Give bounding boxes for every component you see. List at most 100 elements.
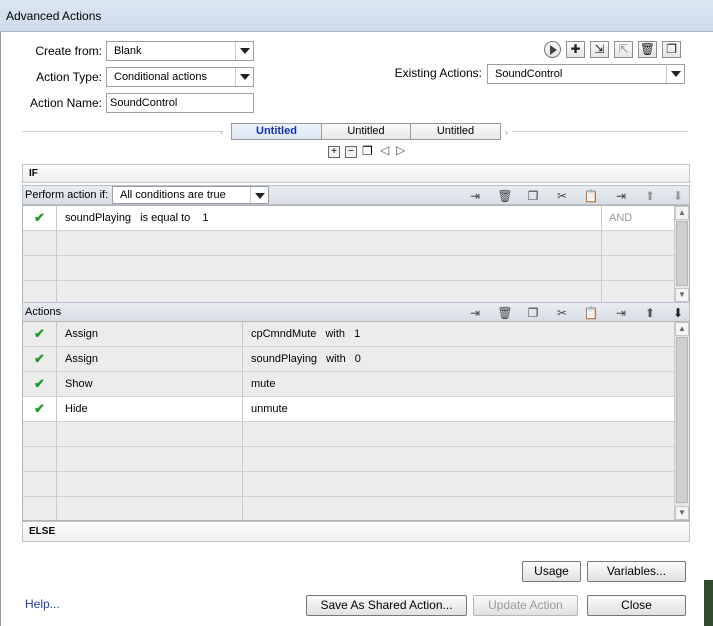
existing-actions-select[interactable]: SoundControl [487,64,685,84]
insert-below-action-icon[interactable]: ⇥ [613,305,629,321]
action-check-cell [23,447,57,472]
conditions-scrollbar[interactable]: ▲ ▼ [674,206,689,302]
delete-icon: 🗑 [639,42,656,56]
insert-action-icon[interactable]: ⇥ [467,305,483,321]
title-bar: Advanced Actions [0,0,713,32]
condition-logic[interactable]: AND [602,206,674,231]
action-check-cell [23,497,57,520]
scroll-thumb[interactable] [676,221,688,286]
checkmark-icon[interactable]: ✔ [23,206,57,231]
action-type-label: Action Type: [36,70,102,84]
tab-decision-3[interactable]: Untitled [410,123,501,140]
save-shared-action-button[interactable]: Save As Shared Action... [306,595,467,616]
play-icon [550,45,557,55]
delete-action-icon[interactable]: 🗑 [497,305,513,321]
export-icon: ⇱ [618,42,629,56]
action-row[interactable]: ✔ Show mute [23,372,674,397]
add-decision-icon[interactable]: + [328,146,340,158]
tab-decision-2[interactable]: Untitled [321,123,411,140]
help-link[interactable]: Help... [25,597,60,611]
delete-action-button[interactable]: 🗑 [638,41,657,58]
action-row[interactable] [23,422,674,447]
update-action-button[interactable]: Update Action [473,595,578,616]
tabs-scroll-right-icon[interactable]: › [505,127,508,137]
move-left-icon[interactable]: ◁ [380,143,389,157]
scroll-up-icon[interactable]: ▲ [675,206,689,220]
cut-action-icon[interactable]: ✂ [554,305,570,321]
scroll-down-icon[interactable]: ▼ [675,506,689,520]
variables-button[interactable]: Variables... [587,561,686,582]
paste-condition-icon[interactable]: 📋 [583,188,599,204]
duplicate-icon: ❐ [666,42,677,56]
checkmark-icon[interactable]: ✔ [23,322,57,347]
condition-variable: soundPlaying [65,212,132,224]
copy-condition-icon[interactable]: ❐ [525,188,541,204]
checkmark-icon[interactable]: ✔ [23,347,57,372]
action-target[interactable]: mute [243,372,674,397]
action-type[interactable]: Hide [57,397,243,422]
usage-button[interactable]: Usage [522,561,581,582]
actions-label: Actions [25,306,62,318]
close-button[interactable]: Close [587,595,686,616]
scroll-down-icon[interactable]: ▼ [675,288,689,302]
condition-expression-cell [57,256,602,281]
action-target-name: soundPlaying [251,353,318,365]
move-up-icon[interactable]: ⬆ [642,305,658,321]
action-type[interactable]: Assign [57,322,243,347]
condition-row[interactable]: ✔ soundPlaying is equal to 1 AND [23,206,674,231]
copy-action-icon[interactable]: ❐ [525,305,541,321]
action-row[interactable]: ✔ Assign cpCmndMute with 1 [23,322,674,347]
create-from-select[interactable]: Blank [106,41,254,61]
condition-row[interactable] [23,256,674,281]
action-target[interactable]: cpCmndMute with 1 [243,322,674,347]
scroll-up-icon[interactable]: ▲ [675,322,689,336]
condition-expression-cell [57,231,602,256]
export-action-button[interactable]: ⇱ [614,41,633,58]
condition-expression[interactable]: soundPlaying is equal to 1 [57,206,602,231]
action-check-cell [23,422,57,447]
tabs-scroll-left-icon[interactable]: ‹ [220,127,223,137]
condition-mode-select[interactable]: All conditions are true [112,186,269,204]
action-row[interactable] [23,497,674,520]
condition-operator: is equal to [140,212,191,224]
background-edge [704,580,713,626]
import-action-button[interactable]: ⇲ [590,41,609,58]
chevron-down-icon [250,187,268,203]
checkmark-icon[interactable]: ✔ [23,372,57,397]
add-action-button[interactable]: ✚ [566,41,585,58]
actions-scrollbar[interactable]: ▲ ▼ [674,322,689,520]
action-name-input[interactable]: SoundControl [106,93,254,113]
create-from-value: Blank [114,45,142,57]
move-up-icon[interactable]: ⬆ [642,188,658,204]
chevron-down-icon [666,65,684,83]
delete-condition-icon[interactable]: 🗑 [497,188,513,204]
move-right-icon[interactable]: ▷ [396,143,405,157]
condition-mode-value: All conditions are true [120,189,226,201]
condition-row[interactable] [23,231,674,256]
checkmark-icon[interactable]: ✔ [23,397,57,422]
duplicate-action-button[interactable]: ❐ [662,41,681,58]
action-type-value: Conditional actions [114,71,207,83]
tab-decision-1[interactable]: Untitled [231,123,322,140]
action-type[interactable]: Show [57,372,243,397]
remove-decision-icon[interactable]: − [345,146,357,158]
paste-action-icon[interactable]: 📋 [583,305,599,321]
add-icon: ✚ [570,42,581,56]
action-target[interactable]: unmute [243,397,674,422]
scroll-thumb[interactable] [676,337,688,503]
preview-action-button[interactable] [544,41,561,58]
action-row[interactable]: ✔ Assign soundPlaying with 0 [23,347,674,372]
move-down-icon[interactable]: ⬇ [670,188,686,204]
action-row[interactable]: ✔ Hide unmute [23,397,674,422]
action-type-select[interactable]: Conditional actions [106,67,254,87]
insert-condition-icon[interactable]: ⇥ [467,188,483,204]
insert-below-condition-icon[interactable]: ⇥ [613,188,629,204]
action-type[interactable]: Assign [57,347,243,372]
action-row[interactable] [23,447,674,472]
action-row[interactable] [23,472,674,497]
move-down-icon[interactable]: ⬇ [670,305,686,321]
duplicate-decision-icon[interactable]: ❐ [362,144,373,158]
cut-condition-icon[interactable]: ✂ [554,188,570,204]
action-target[interactable]: soundPlaying with 0 [243,347,674,372]
else-section-header[interactable]: ELSE [22,521,690,542]
